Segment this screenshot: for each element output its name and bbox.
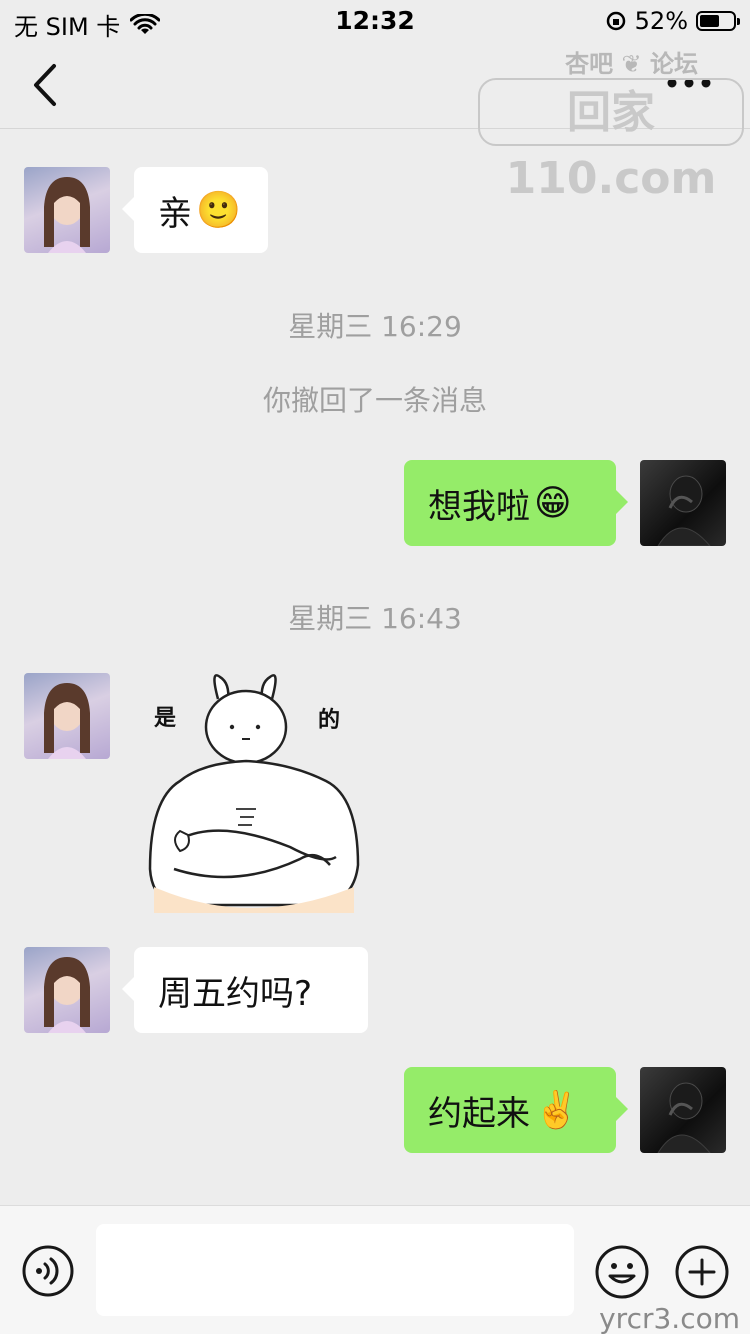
- victory-hand-emoji-icon: ✌️: [534, 1090, 579, 1131]
- message-text: 想我啦: [428, 486, 530, 527]
- voice-icon[interactable]: [21, 1244, 75, 1298]
- message-text: 约起来: [428, 1093, 530, 1134]
- message-text: 亲: [158, 193, 192, 234]
- message-bubble-outgoing[interactable]: 约起来 ✌️: [404, 1067, 628, 1153]
- smile-emoji-icon: 🙂: [196, 190, 241, 231]
- status-right: 52%: [605, 7, 740, 35]
- orientation-lock-icon: [606, 11, 625, 31]
- nav-bar: [0, 42, 750, 129]
- sticker-text-left: 是: [154, 706, 176, 731]
- grin-emoji-icon: 😁: [534, 482, 572, 524]
- message-bubble-incoming[interactable]: 周五约吗?: [122, 947, 368, 1033]
- sticker-text-right: 的: [318, 707, 340, 733]
- avatar[interactable]: [640, 1067, 726, 1153]
- avatar[interactable]: [24, 167, 110, 253]
- avatar[interactable]: [24, 673, 110, 759]
- more-dots-icon[interactable]: [664, 68, 714, 98]
- message-bubble-incoming[interactable]: 亲 🙂: [122, 167, 268, 253]
- battery-percent: 52%: [634, 7, 688, 35]
- message-bubble-outgoing[interactable]: 想我啦 😁: [404, 460, 628, 546]
- emoji-icon[interactable]: [594, 1244, 650, 1300]
- chevron-left-icon[interactable]: [28, 60, 68, 110]
- message-timestamp: 星期三 16:43: [288, 602, 462, 635]
- message-input[interactable]: [96, 1224, 574, 1316]
- battery-icon: [696, 11, 740, 31]
- sticker-muscle-bunny[interactable]: 是 的: [140, 669, 370, 919]
- message-text: 周五约吗?: [158, 973, 313, 1014]
- watermark-bottom: yrcr3.com: [599, 1302, 740, 1334]
- avatar[interactable]: [640, 460, 726, 546]
- chat-screen: 无 SIM 卡 12:32 52% 杏吧 ❦ 论坛 回家110.com 亲 🙂 …: [0, 0, 750, 1334]
- input-bar: yrcr3.com: [0, 1205, 750, 1334]
- chat-list[interactable]: 亲 🙂 星期三 16:29 你撤回了一条消息 想我啦 😁 星期三 16:43 是…: [0, 129, 750, 1205]
- message-timestamp: 星期三 16:29: [288, 310, 462, 343]
- plus-icon[interactable]: [674, 1244, 730, 1300]
- system-message-recalled: 你撤回了一条消息: [262, 384, 487, 417]
- status-bar: 无 SIM 卡 12:32 52%: [0, 0, 750, 42]
- avatar[interactable]: [24, 947, 110, 1033]
